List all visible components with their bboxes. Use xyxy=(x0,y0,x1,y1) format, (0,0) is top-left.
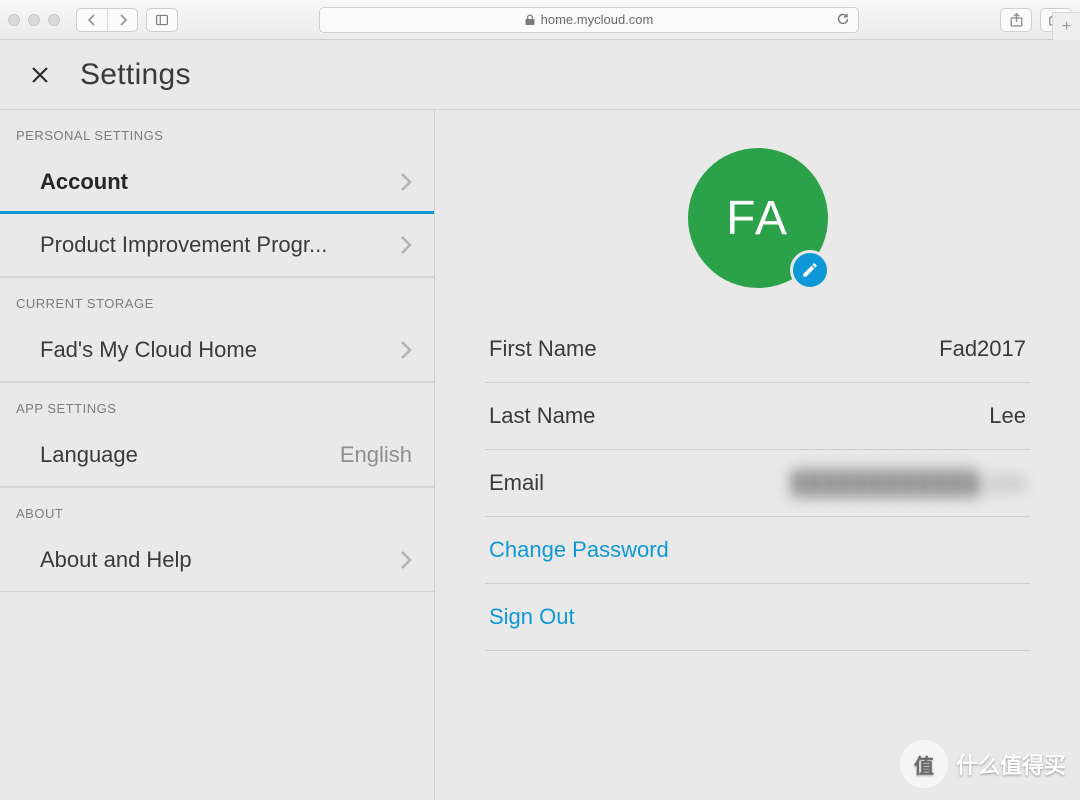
sidebar-item-account[interactable]: Account xyxy=(0,151,434,214)
sidebar-item-value: English xyxy=(340,442,412,468)
browser-toolbar: home.mycloud.com xyxy=(0,0,1080,40)
minimize-window-icon[interactable] xyxy=(28,14,40,26)
field-label: Last Name xyxy=(489,403,595,429)
nav-arrows xyxy=(76,8,138,32)
field-value: Lee xyxy=(989,403,1026,429)
field-label: Email xyxy=(489,470,544,496)
field-label: First Name xyxy=(489,336,597,362)
chevron-right-icon xyxy=(400,550,412,570)
sidebar-toggle-group xyxy=(146,8,178,32)
sidebar-item-language[interactable]: Language English xyxy=(0,424,434,487)
lock-icon xyxy=(525,14,535,26)
watermark-badge: 值 xyxy=(902,742,946,786)
field-last-name[interactable]: Last Name Lee xyxy=(485,383,1030,450)
sign-out-link[interactable]: Sign Out xyxy=(485,584,1030,651)
app-header: Settings xyxy=(0,40,1080,110)
chevron-right-icon xyxy=(400,340,412,360)
address-bar-url: home.mycloud.com xyxy=(541,12,654,27)
window-traffic-lights xyxy=(8,14,60,26)
sidebar-item-storage-device[interactable]: Fad's My Cloud Home xyxy=(0,319,434,382)
field-email[interactable]: Email ████████████.com xyxy=(485,450,1030,517)
section-header-personal: PERSONAL SETTINGS xyxy=(0,110,434,151)
settings-sidebar: PERSONAL SETTINGS Account Product Improv… xyxy=(0,110,435,800)
new-tab-button[interactable]: + xyxy=(1052,12,1080,40)
sidebar-item-label: About and Help xyxy=(40,547,192,573)
edit-avatar-button[interactable] xyxy=(790,250,830,290)
zoom-window-icon[interactable] xyxy=(48,14,60,26)
forward-button[interactable] xyxy=(107,9,137,31)
sidebar-item-label: Language xyxy=(40,442,138,468)
field-value: ████████████.com xyxy=(791,470,1026,496)
watermark-text: 什么值得买 xyxy=(956,748,1066,780)
close-window-icon[interactable] xyxy=(8,14,20,26)
chevron-right-icon xyxy=(400,172,412,192)
share-button[interactable] xyxy=(1000,8,1032,32)
section-header-app: APP SETTINGS xyxy=(0,382,434,424)
sidebar-item-product-improvement[interactable]: Product Improvement Progr... xyxy=(0,214,434,277)
sidebar-item-label: Product Improvement Progr... xyxy=(40,232,327,258)
sidebar-item-about-help[interactable]: About and Help xyxy=(0,529,434,592)
avatar: FA xyxy=(688,148,828,288)
sidebar-item-label: Account xyxy=(40,169,128,195)
field-first-name[interactable]: First Name Fad2017 xyxy=(485,316,1030,383)
field-value: Fad2017 xyxy=(939,336,1026,362)
section-header-storage: CURRENT STORAGE xyxy=(0,277,434,319)
reload-button[interactable] xyxy=(836,12,850,29)
account-panel: FA First Name Fad2017 Last Name Lee Emai… xyxy=(435,110,1080,800)
watermark: 值 什么值得买 xyxy=(902,742,1066,786)
section-header-about: ABOUT xyxy=(0,487,434,529)
show-sidebar-button[interactable] xyxy=(147,9,177,31)
sidebar-item-label: Fad's My Cloud Home xyxy=(40,337,257,363)
app-root: Settings PERSONAL SETTINGS Account Produ… xyxy=(0,40,1080,800)
back-button[interactable] xyxy=(77,9,107,31)
chevron-right-icon xyxy=(400,235,412,255)
close-settings-button[interactable] xyxy=(28,63,52,87)
address-bar[interactable]: home.mycloud.com xyxy=(319,7,859,33)
change-password-link[interactable]: Change Password xyxy=(485,517,1030,584)
page-title: Settings xyxy=(80,58,191,92)
